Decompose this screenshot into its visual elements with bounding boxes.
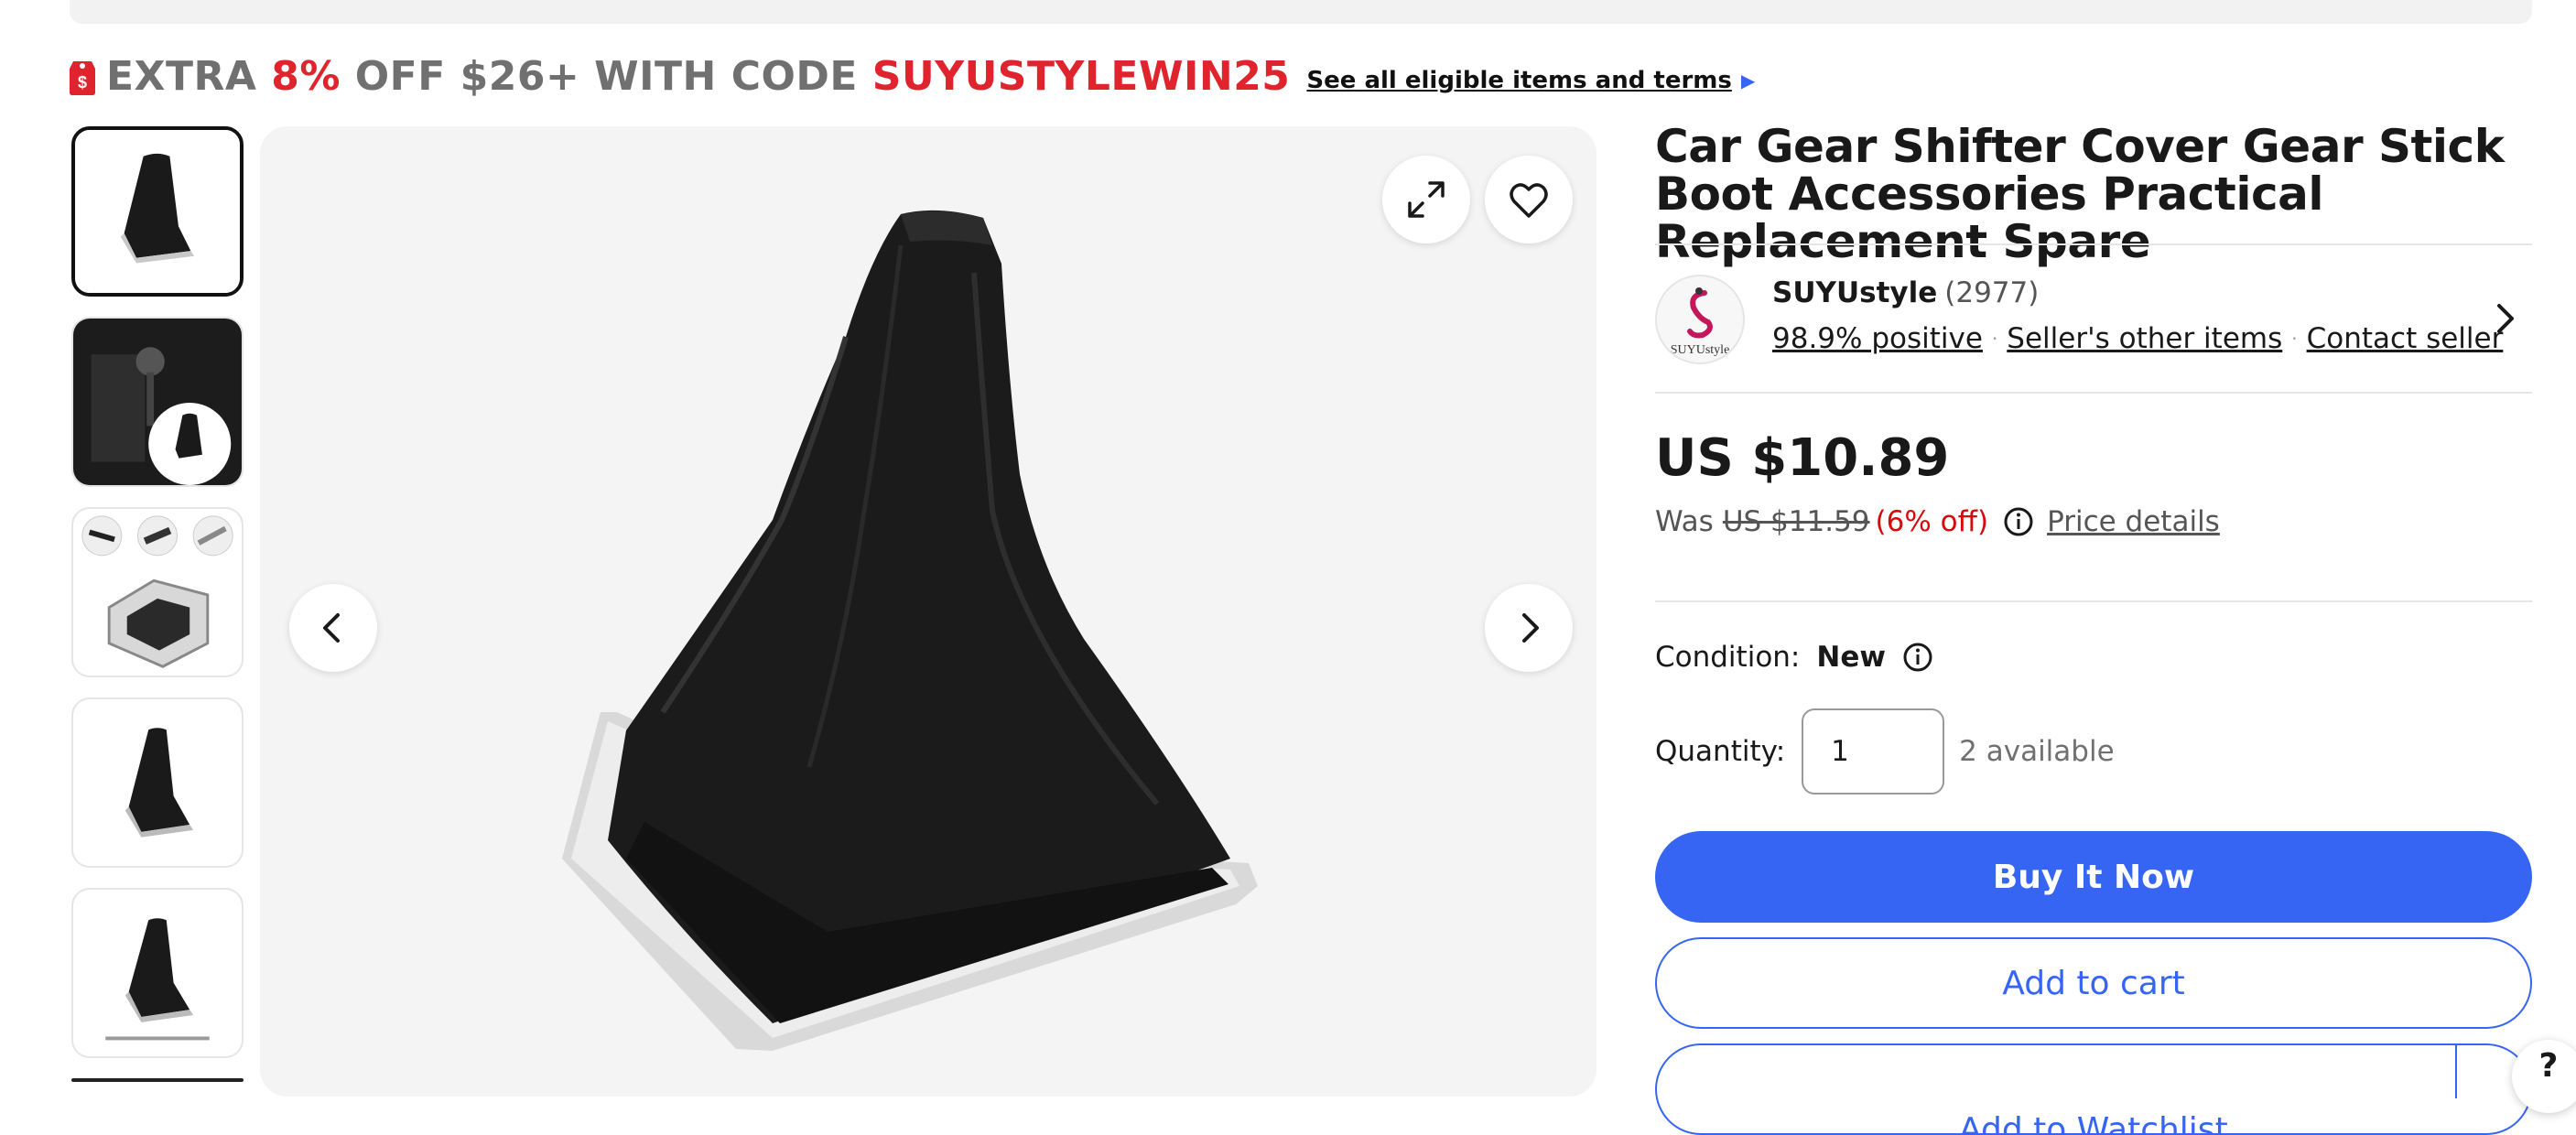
thumbnail-3[interactable] <box>71 507 244 677</box>
thumbnail-4[interactable] <box>71 697 244 868</box>
chevron-right-icon <box>1510 610 1547 646</box>
price-tag-icon: $ <box>68 56 97 96</box>
play-arrow-icon: ▶ <box>1741 70 1755 92</box>
seller-links: 98.9% positive · Seller's other items · … <box>1772 322 2503 355</box>
divider <box>1655 243 2532 245</box>
seller-avatar[interactable]: SUYUstyle <box>1655 275 1745 364</box>
contact-seller-link[interactable]: Contact seller <box>2307 322 2504 355</box>
heart-icon <box>1507 178 1551 222</box>
thumbnail-5[interactable] <box>71 888 244 1058</box>
next-image-button[interactable] <box>1485 584 1573 672</box>
thumbnail-2[interactable] <box>71 317 244 487</box>
quantity-input[interactable]: 1 <box>1802 708 1944 794</box>
watchlist-split-divider <box>2455 1043 2457 1098</box>
watch-heart-button[interactable] <box>1485 156 1573 243</box>
svg-text:$: $ <box>78 73 87 92</box>
condition-label: Condition: <box>1655 641 1800 674</box>
expand-button[interactable] <box>1382 156 1470 243</box>
top-search-strip <box>70 0 2532 24</box>
seller-name[interactable]: SUYUstyle <box>1772 276 1937 309</box>
seller-other-items-link[interactable]: Seller's other items <box>2007 322 2282 355</box>
add-to-cart-button[interactable]: Add to cart <box>1655 937 2532 1029</box>
discount-percent: (6% off) <box>1876 505 1989 538</box>
original-price: US $11.59 <box>1723 505 1870 538</box>
seller-feedback-count: (2977) <box>1944 276 2039 309</box>
chevron-right-icon[interactable] <box>2492 300 2517 337</box>
help-button[interactable]: ? <box>2512 1040 2576 1113</box>
condition-row: Condition: New <box>1655 641 1933 674</box>
info-icon[interactable] <box>1902 642 1933 673</box>
product-photo <box>260 126 1596 1097</box>
chevron-left-icon <box>315 610 352 646</box>
price-details-link[interactable]: Price details <box>2047 505 2220 538</box>
svg-text:SUYUstyle: SUYUstyle <box>1671 343 1730 357</box>
seller-name-row: SUYUstyle(2977) <box>1772 276 2039 309</box>
buy-it-now-button[interactable]: Buy It Now <box>1655 831 2532 923</box>
promo-banner: $ EXTRA 8% OFF $26+ WITH CODE SUYUSTYLEW… <box>68 51 1755 101</box>
previous-image-button[interactable] <box>289 584 377 672</box>
promo-code: SUYUSTYLEWIN25 <box>872 53 1291 100</box>
info-icon[interactable] <box>2003 506 2034 537</box>
promo-terms-link[interactable]: See all eligible items and terms <box>1306 67 1731 94</box>
divider <box>1655 600 2532 602</box>
available-count: 2 available <box>1959 735 2115 768</box>
thumbnail-1[interactable] <box>71 126 244 297</box>
seller-positive-feedback[interactable]: 98.9% positive <box>1772 322 1983 355</box>
was-label: Was <box>1655 505 1714 538</box>
promo-text: EXTRA 8% OFF $26+ WITH CODE SUYUSTYLEWIN… <box>106 53 1290 100</box>
main-product-image[interactable] <box>260 126 1596 1097</box>
add-to-watchlist-label: Add to Watchlist <box>1959 1111 2228 1135</box>
separator-dot: · <box>2291 328 2297 350</box>
divider <box>1655 392 2532 394</box>
item-price: US $10.89 <box>1655 428 1949 488</box>
quantity-row: Quantity: 1 2 available <box>1655 707 2115 796</box>
quantity-label: Quantity: <box>1655 735 1785 768</box>
thumbnail-6-edge[interactable] <box>71 1078 244 1082</box>
expand-icon <box>1404 178 1448 222</box>
separator-dot: · <box>1992 328 1997 350</box>
add-to-watchlist-button[interactable]: Add to Watchlist <box>1655 1043 2532 1135</box>
condition-value: New <box>1816 641 1886 674</box>
was-price-row: Was US $11.59 (6% off) Price details <box>1655 505 2220 538</box>
